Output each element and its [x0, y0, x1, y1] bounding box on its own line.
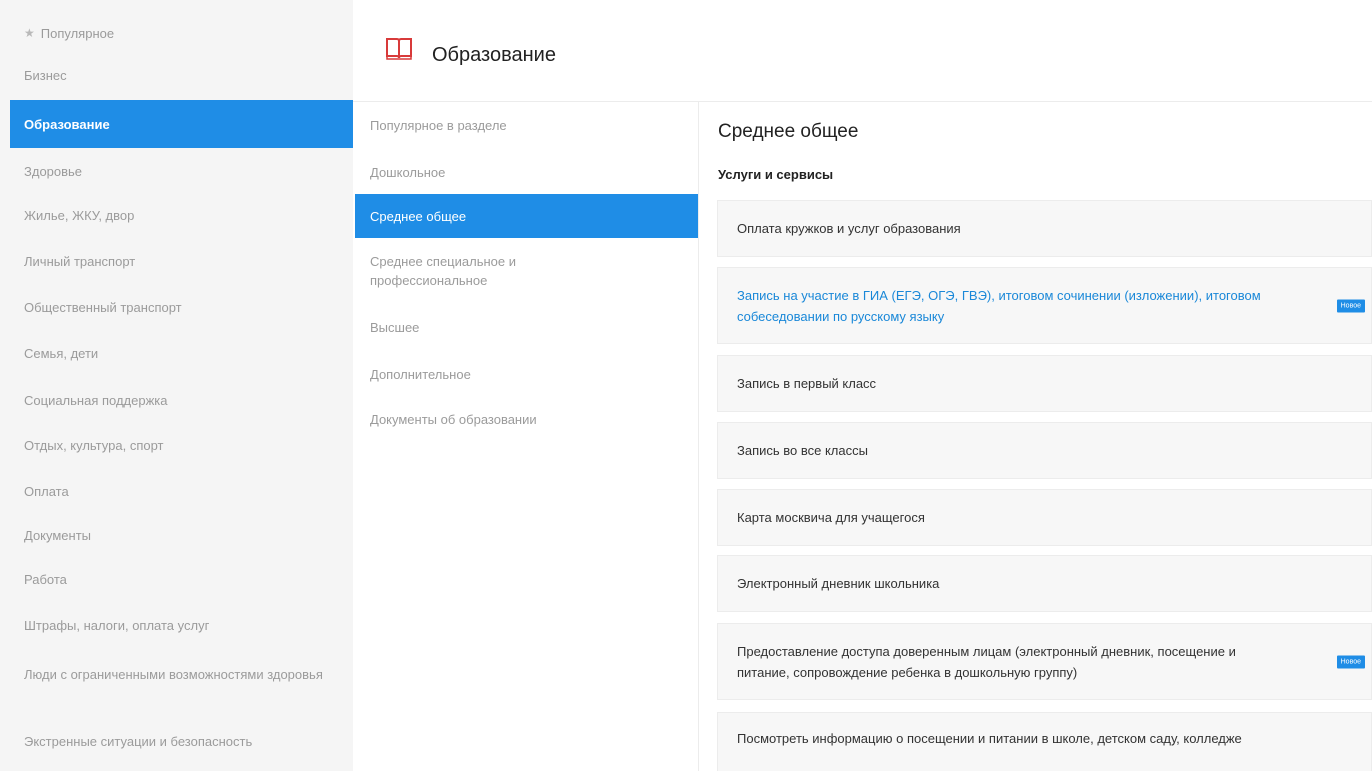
sidebar-item-label: Здоровье: [24, 163, 83, 179]
service-card-label: Запись в первый класс: [737, 376, 877, 391]
service-card-label: Запись на участие в ГИА (ЕГЭ, ОГЭ, ГВЭ),…: [737, 287, 1261, 324]
app-window: ★ Популярное Бизнес Образование Здоровье…: [0, 0, 1372, 771]
sidebar-item-public-transport[interactable]: Общественный транспорт: [10, 292, 353, 322]
sidebar-item-label: Популярное: [40, 25, 115, 41]
sidebar-item-social-support[interactable]: Социальная поддержка: [10, 385, 353, 415]
sidebar-item-popular[interactable]: ★ Популярное: [10, 18, 353, 48]
subnav-item-label: Дошкольное: [370, 164, 446, 180]
sidebar-item-fines-taxes[interactable]: Штрафы, налоги, оплата услуг: [10, 610, 353, 640]
service-card-label: Посмотреть информацию о посещении и пита…: [737, 731, 1242, 746]
sidebar-item-label: Семья, дети: [24, 345, 99, 361]
sidebar-item-business[interactable]: Бизнес: [10, 60, 353, 90]
sidebar-item-label: Бизнес: [24, 67, 67, 83]
service-card[interactable]: Оплата кружков и услуг образования: [717, 200, 1372, 257]
sidebar-item-family[interactable]: Семья, дети: [10, 338, 353, 368]
service-card[interactable]: Предоставление доступа доверенным лицам …: [717, 623, 1372, 700]
sidebar-item-payment[interactable]: Оплата: [10, 476, 353, 506]
service-card[interactable]: Запись в первый класс: [717, 355, 1372, 412]
book-icon: [386, 38, 412, 60]
star-icon: ★: [24, 25, 35, 40]
sidebar-item-education[interactable]: Образование: [10, 100, 353, 148]
sidebar-item-label: Люди с ограниченными возможностями здоро…: [24, 666, 323, 682]
subnav-item-label: Дополнительное: [370, 366, 471, 382]
sidebar-item-label: Документы: [24, 527, 92, 543]
subnav-item-vocational[interactable]: Среднее специальное и профессиональное: [355, 249, 698, 293]
subnav-item-additional[interactable]: Дополнительное: [355, 359, 698, 389]
sidebar-item-label: Личный транспорт: [24, 253, 136, 269]
service-card[interactable]: Карта москвича для учащегося: [717, 489, 1372, 546]
subnav-item-label: Популярное в разделе: [370, 117, 507, 133]
subnav-item-preschool[interactable]: Дошкольное: [355, 157, 698, 187]
subnav-item-higher[interactable]: Высшее: [355, 312, 698, 342]
sidebar-item-label: Штрафы, налоги, оплата услуг: [24, 617, 210, 633]
sidebar-item-health[interactable]: Здоровье: [10, 156, 353, 186]
sidebar-item-housing[interactable]: Жилье, ЖКУ, двор: [10, 200, 353, 230]
service-card-label: Оплата кружков и услуг образования: [737, 221, 961, 236]
sidebar-item-label: Образование: [24, 116, 110, 132]
subnav-item-secondary-general[interactable]: Среднее общее: [355, 194, 698, 238]
content-title: Среднее общее: [718, 121, 859, 142]
sidebar-item-personal-transport[interactable]: Личный транспорт: [10, 246, 353, 276]
service-card-label: Запись во все классы: [737, 443, 868, 458]
sidebar-item-label: Экстренные ситуации и безопасность: [24, 733, 253, 749]
sidebar-item-label: Общественный транспорт: [24, 299, 182, 315]
sidebar-item-label: Жилье, ЖКУ, двор: [24, 207, 135, 223]
services-heading: Услуги и сервисы: [718, 167, 834, 182]
subnav-item-label: Документы об образовании: [370, 411, 537, 427]
sidebar-item-work[interactable]: Работа: [10, 564, 353, 594]
subnav-item-label: Среднее специальное и профессиональное: [370, 254, 516, 288]
sidebar-item-label: Работа: [24, 571, 67, 587]
new-badge: Новое: [1336, 655, 1365, 668]
sidebar-item-emergency[interactable]: Экстренные ситуации и безопасность: [10, 726, 353, 756]
service-card[interactable]: Запись на участие в ГИА (ЕГЭ, ОГЭ, ГВЭ),…: [717, 267, 1372, 344]
sidebar-item-label: Оплата: [24, 483, 69, 499]
sidebar-item-label: Социальная поддержка: [24, 392, 168, 408]
service-card-label: Предоставление доступа доверенным лицам …: [737, 643, 1236, 680]
sidebar-item-disabilities[interactable]: Люди с ограниченными возможностями здоро…: [10, 652, 353, 696]
service-card[interactable]: Запись во все классы: [717, 422, 1372, 479]
subnav-item-label: Высшее: [370, 319, 420, 335]
service-card[interactable]: Посмотреть информацию о посещении и пита…: [717, 712, 1372, 771]
service-card-label: Карта москвича для учащегося: [737, 510, 925, 525]
section-title: Образование: [432, 44, 556, 66]
sidebar-item-documents[interactable]: Документы: [10, 520, 353, 550]
service-card[interactable]: Электронный дневник школьника: [717, 555, 1372, 612]
subnav-item-label: Среднее общее: [370, 208, 467, 224]
sidebar-item-leisure[interactable]: Отдых, культура, спорт: [10, 430, 353, 460]
new-badge: Новое: [1336, 299, 1365, 312]
subnav-item-popular[interactable]: Популярное в разделе: [355, 110, 698, 140]
subnav-item-education-documents[interactable]: Документы об образовании: [355, 404, 698, 434]
sidebar-item-label: Отдых, культура, спорт: [24, 437, 164, 453]
service-card-label: Электронный дневник школьника: [737, 576, 940, 591]
